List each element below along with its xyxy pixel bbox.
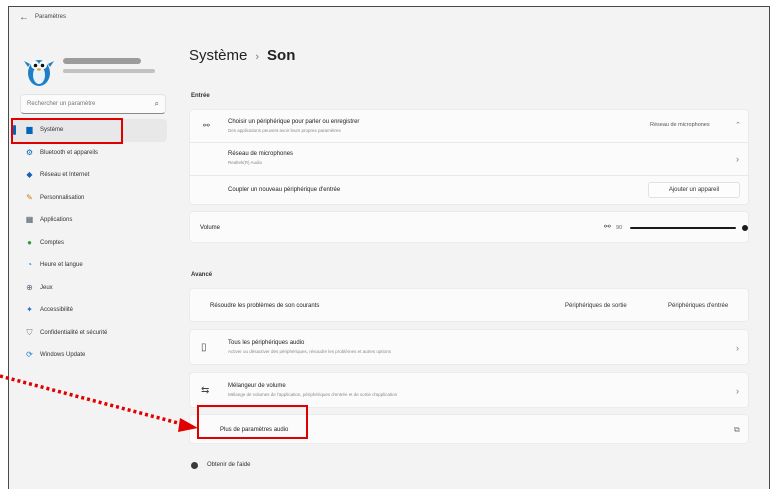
main-content: Système › Son Entrée ⚯ Choisir un périphér… [179,31,759,489]
personnalisation-icon: ✎ [26,192,33,202]
input-device-card: ⚯ Choisir un périphérique pour parler ou… [189,109,749,205]
search-icon[interactable]: ⌕ [155,99,159,109]
get-help-link[interactable]: Obtenir de l'aide [191,459,311,473]
mixer-icon: ⇆ [201,385,210,396]
windows-update-icon: ⟳ [26,350,33,359]
sidebar-item-bluetooth-et-appareils[interactable]: ⚙ Bluetooth et appareils [13,142,167,165]
mic-array-row[interactable]: Réseau de microphones Realtek(R) Audio › [190,143,748,175]
systeme-icon: ▆ [26,125,33,134]
sidebar-nav: ▆ Système ⚙ Bluetooth et appareils ◆ Réseau e… [13,119,167,367]
user-email-redacted [63,69,155,73]
get-help-label: Obtenir de l'aide [207,462,251,468]
sidebar-item-systeme[interactable]: ▆ Système [13,119,167,142]
troubleshoot-label: Résoudre les problèmes de son courants [210,303,320,309]
troubleshoot-card: Résoudre les problèmes de son courants P… [189,288,749,322]
heure-et-langue-icon: ◔ [27,260,32,269]
sidebar-item-label: Accessibilité [40,307,74,313]
speaker-icon: ▯ [201,342,207,353]
pair-input-device-row: Coupler un nouveau périphérique d'entrée… [190,176,748,205]
sidebar-item-label: Personnalisation [40,194,85,201]
chevron-right-icon: › [736,154,739,164]
penguin-avatar-icon [24,60,54,86]
comptes-icon: ● [27,237,32,247]
sidebar-item-reseau-et-internet[interactable]: ◆ Réseau et Internet [13,164,167,187]
microphone-icon: ⚯ [203,121,210,130]
section-title-entree: Entrée [191,93,210,99]
choose-input-device-subtitle: Des applications peuvent avoir leurs pro… [228,128,341,133]
sidebar-item-applications[interactable]: ▦ Applications [13,209,167,232]
output-devices-button[interactable]: Périphériques de sortie [565,303,627,309]
reseau-et-internet-icon: ◆ [26,170,33,179]
breadcrumb: Système › Son [189,47,295,64]
all-audio-devices-card[interactable]: ▯ Tous les périphériques audio Activer o… [189,329,749,365]
volume-slider-thumb[interactable] [742,225,748,231]
microphone-icon: ⚯ [604,222,611,231]
chevron-up-icon[interactable]: ⌃ [735,121,741,129]
external-link-icon: ⧉ [734,425,740,434]
all-audio-devices-subtitle: Activer ou désactiver des périphériques,… [228,349,391,354]
more-audio-settings-card[interactable]: Plus de paramètres audio ⧉ [189,414,749,444]
all-audio-devices-title: Tous les périphériques audio [228,340,305,346]
mic-array-subtitle: Realtek(R) Audio [228,160,263,165]
page-title: Son [267,47,296,64]
jeux-icon: ⊕ [26,282,33,292]
choose-input-device-title: Choisir un périphérique pour parler ou e… [228,119,360,125]
sidebar-item-label: Confidentialité et sécurité [40,329,108,336]
app-title: Paramètres [35,14,67,20]
sidebar-item-label: Système [40,127,64,133]
section-title-avance: Avancé [191,272,213,278]
applications-icon: ▦ [25,215,34,224]
more-audio-settings-label: Plus de paramètres audio [220,427,289,433]
help-icon [191,462,198,469]
bluetooth-et-appareils-icon: ⚙ [25,147,34,157]
settings-window: ← Paramètres Rechercher un paramètre ⌕ ▆… [8,6,770,489]
sidebar-item-jeux[interactable]: ⊕ Jeux [13,277,167,300]
active-indicator [13,125,16,135]
sidebar-item-label: Applications [40,217,73,223]
input-volume-card: Volume ⚯ 90 [189,211,749,243]
breadcrumb-separator: › [255,51,260,63]
volume-mixer-title: Mélangeur de volume [228,383,286,389]
accessibilite-icon: ✦ [26,305,33,314]
input-device-dropdown[interactable]: Réseau de microphones [650,122,710,128]
sidebar-item-label: Réseau et Internet [40,172,90,178]
user-name-redacted [63,58,141,64]
user-avatar[interactable] [23,53,55,87]
back-arrow-icon[interactable]: ← [19,12,29,23]
mic-array-title: Réseau de microphones [228,151,294,157]
choose-input-device-row[interactable]: ⚯ Choisir un périphérique pour parler ou… [190,110,748,142]
sidebar-item-comptes[interactable]: ● Comptes [13,232,167,255]
search-box[interactable]: Rechercher un paramètre ⌕ [20,94,166,114]
sidebar-item-label: Bluetooth et appareils [40,149,99,156]
search-input[interactable]: Rechercher un paramètre [27,101,95,107]
add-device-button[interactable]: Ajouter un appareil [648,182,740,198]
volume-mixer-card[interactable]: ⇆ Mélangeur de volume Mélange de volumes… [189,372,749,408]
sidebar-item-label: Windows Update [40,352,86,358]
confidentialite-et-securite-icon: ⛉ [26,327,33,337]
sidebar-item-personnalisation[interactable]: ✎ Personnalisation [13,187,167,210]
chevron-right-icon: › [736,343,739,353]
volume-slider-track[interactable] [630,227,736,229]
sidebar: Rechercher un paramètre ⌕ ▆ Système ⚙ Bluet… [9,31,169,489]
sidebar-item-label: Jeux [40,284,53,291]
chevron-right-icon: › [736,386,739,396]
sidebar-item-windows-update[interactable]: ⟳ Windows Update [13,344,167,367]
sidebar-item-confidentialite-et-securite[interactable]: ⛉ Confidentialité et sécurité [13,322,167,345]
sidebar-item-label: Comptes [40,239,65,246]
pair-input-device-label: Coupler un nouveau périphérique d'entrée [228,187,341,193]
sidebar-item-heure-et-langue[interactable]: ◔ Heure et langue [13,254,167,277]
breadcrumb-parent[interactable]: Système [189,47,247,64]
sidebar-item-label: Heure et langue [40,262,83,268]
title-bar: ← Paramètres [9,7,769,31]
volume-value: 90 [616,225,623,231]
volume-mixer-subtitle: Mélange de volumes de l'application, pér… [228,392,398,397]
volume-label: Volume [200,225,221,231]
input-devices-button[interactable]: Périphériques d'entrée [668,303,728,309]
sidebar-item-accessibilite[interactable]: ✦ Accessibilité [13,299,167,322]
